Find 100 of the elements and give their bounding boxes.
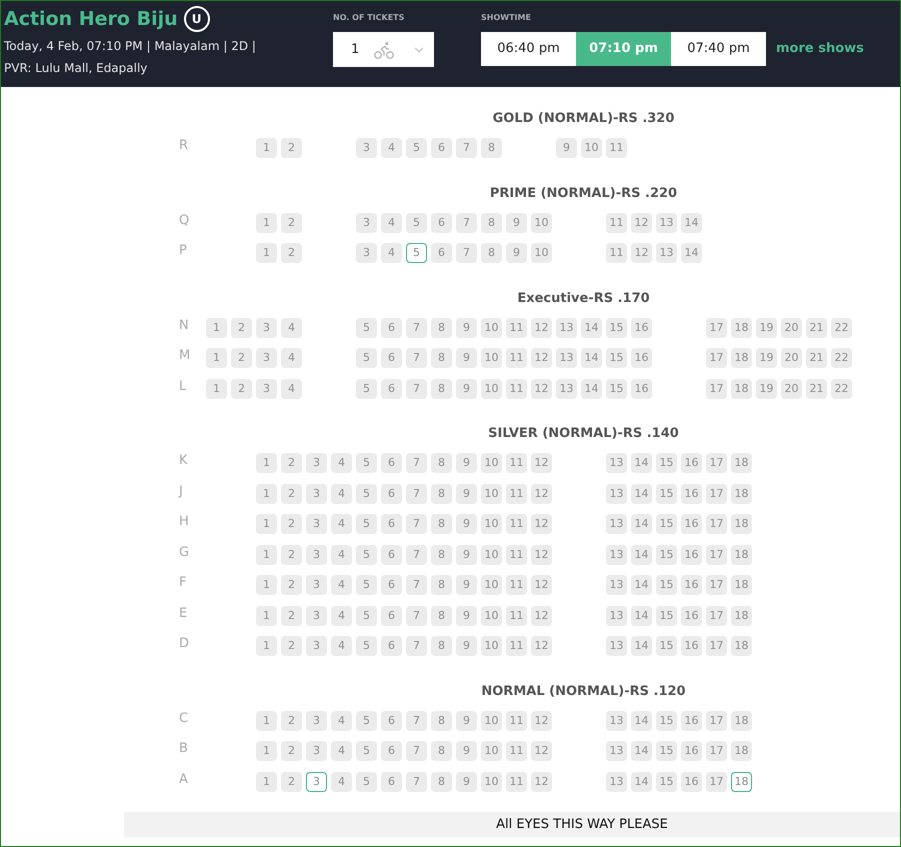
seat[interactable]: 15	[656, 606, 677, 626]
seat[interactable]: 1	[256, 484, 277, 504]
seat[interactable]: 2	[281, 514, 302, 534]
seat[interactable]: 7	[406, 636, 427, 656]
seat[interactable]: 7	[406, 544, 427, 565]
seat[interactable]: 4	[331, 606, 352, 626]
seat[interactable]: 1	[256, 243, 277, 264]
seat[interactable]: 3	[256, 318, 277, 338]
seat[interactable]: 14	[631, 710, 652, 731]
seat[interactable]: 3	[306, 544, 327, 565]
seat[interactable]: 14	[631, 636, 652, 656]
seat[interactable]: 12	[531, 318, 552, 338]
seat[interactable]: 14	[681, 243, 702, 264]
seat[interactable]: 17	[706, 484, 727, 504]
seat[interactable]: 16	[681, 772, 702, 792]
seat[interactable]: 3	[306, 710, 327, 731]
seat[interactable]: 4	[331, 710, 352, 731]
seat[interactable]: 2	[281, 212, 302, 233]
seat[interactable]: 14	[631, 741, 652, 762]
seat[interactable]: 3	[306, 741, 327, 762]
seat[interactable]: 10	[481, 544, 502, 565]
seat[interactable]: 15	[656, 575, 677, 596]
seat[interactable]: 8	[431, 514, 452, 534]
seat[interactable]: 10	[481, 636, 502, 656]
seat[interactable]: 8	[431, 378, 452, 399]
seat[interactable]: 14	[631, 772, 652, 792]
seat[interactable]: 7	[406, 606, 427, 626]
seat[interactable]: 8	[431, 348, 452, 368]
seat[interactable]: 3	[256, 378, 277, 399]
seat[interactable]: 21	[806, 318, 827, 338]
seat[interactable]: 12	[631, 212, 652, 233]
seat[interactable]: 20	[781, 318, 802, 338]
seat[interactable]: 2	[231, 378, 252, 399]
seat[interactable]: 15	[656, 453, 677, 474]
seat[interactable]: 9	[456, 606, 477, 626]
seat[interactable]: 1	[256, 453, 277, 474]
seat[interactable]: 17	[706, 318, 727, 338]
seat[interactable]: 1	[256, 575, 277, 596]
seat[interactable]: 14	[631, 453, 652, 474]
seat[interactable]: 6	[381, 636, 402, 656]
seat[interactable]: 7	[406, 348, 427, 368]
seat[interactable]: 3	[306, 453, 327, 474]
seat[interactable]: 11	[506, 348, 527, 368]
more-shows-link[interactable]: more shows	[776, 39, 864, 59]
seat[interactable]: 12	[531, 544, 552, 565]
seat[interactable]: 13	[606, 514, 627, 534]
seat[interactable]: 18	[731, 318, 752, 338]
seat[interactable]: 11	[506, 606, 527, 626]
seat[interactable]: 18	[731, 606, 752, 626]
seat[interactable]: 18	[731, 636, 752, 656]
seat[interactable]: 8	[431, 636, 452, 656]
seat[interactable]: 16	[681, 544, 702, 565]
seat[interactable]: 5	[356, 453, 377, 474]
seat[interactable]: 12	[531, 772, 552, 792]
seat[interactable]: 1	[256, 741, 277, 762]
seat[interactable]: 8	[481, 243, 502, 264]
seat[interactable]: 13	[606, 575, 627, 596]
seat[interactable]: 2	[281, 772, 302, 792]
seat[interactable]: 15	[656, 636, 677, 656]
seat[interactable]: 17	[706, 772, 727, 792]
seat[interactable]: 12	[531, 575, 552, 596]
seat[interactable]: 12	[531, 606, 552, 626]
seat[interactable]: 11	[506, 453, 527, 474]
seat[interactable]: 20	[781, 348, 802, 368]
seat[interactable]: 4	[381, 212, 402, 233]
seat[interactable]: 4	[281, 378, 302, 399]
seat[interactable]: 14	[631, 575, 652, 596]
seat[interactable]: 16	[681, 453, 702, 474]
seat[interactable]: 3	[356, 138, 377, 158]
seat[interactable]: 2	[281, 741, 302, 762]
seat[interactable]: 12	[531, 484, 552, 504]
seat[interactable]: 17	[706, 741, 727, 762]
seat[interactable]: 9	[456, 318, 477, 338]
seat[interactable]: 10	[481, 348, 502, 368]
seat[interactable]: 21	[806, 348, 827, 368]
seat[interactable]: 10	[481, 484, 502, 504]
seat[interactable]: 4	[331, 453, 352, 474]
seat[interactable]: 7	[406, 772, 427, 792]
seat[interactable]: 5	[356, 575, 377, 596]
seat[interactable]: 2	[281, 575, 302, 596]
seat[interactable]: 2	[281, 544, 302, 565]
seat[interactable]: 6	[431, 212, 452, 233]
seat[interactable]: 9	[456, 378, 477, 399]
seat[interactable]: 4	[331, 741, 352, 762]
seat[interactable]: 1	[256, 212, 277, 233]
seat[interactable]: 16	[681, 710, 702, 731]
seat[interactable]: 13	[606, 544, 627, 565]
seat[interactable]: 9	[456, 453, 477, 474]
seat[interactable]: 9	[456, 348, 477, 368]
seat[interactable]: 17	[706, 606, 727, 626]
seat[interactable]: 12	[531, 453, 552, 474]
seat[interactable]: 3	[306, 575, 327, 596]
seat[interactable]: 7	[406, 710, 427, 731]
seat[interactable]: 3	[256, 348, 277, 368]
seat[interactable]: 10	[481, 772, 502, 792]
seat[interactable]: 20	[781, 378, 802, 399]
seat[interactable]: 8	[431, 544, 452, 565]
seat[interactable]: 14	[631, 606, 652, 626]
seat[interactable]: 3	[356, 212, 377, 233]
seat[interactable]: 11	[506, 514, 527, 534]
